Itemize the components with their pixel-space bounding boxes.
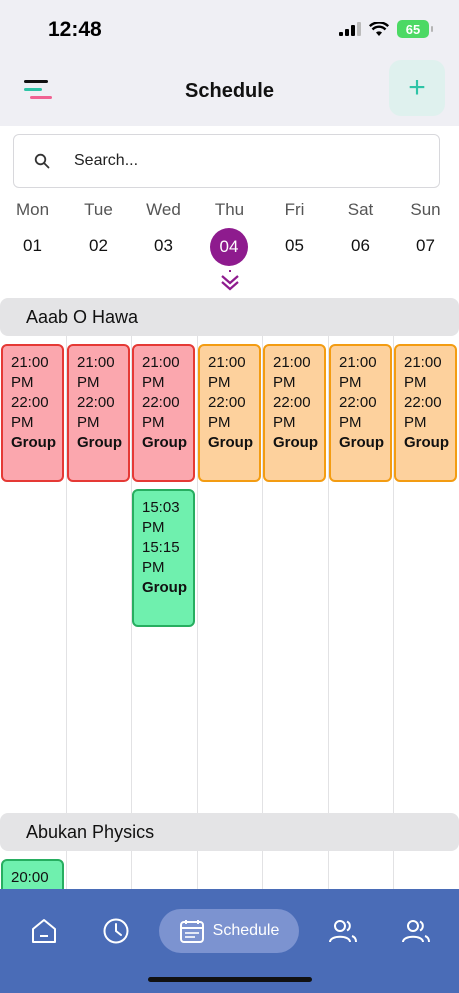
event-start-ampm: PM [273,374,296,391]
tab-history[interactable] [94,909,138,953]
event-end-ampm: PM [77,414,100,431]
calendar-icon [179,920,204,943]
event-card[interactable]: 21:00 PM 22:00 PM Group [198,344,261,482]
day-number-0[interactable]: 01 [0,236,65,256]
day-number-4[interactable]: 05 [262,236,327,256]
day-name-2: Wed [146,200,181,219]
event-card[interactable]: 21:00 PM 22:00 PM Group [132,344,195,482]
event-start: 21:00 [208,354,246,371]
event-start: 21:00 [404,354,442,371]
event-start-ampm: PM [142,374,165,391]
event-start: 21:00 [339,354,377,371]
event-start: 15:03 [142,499,180,516]
event-start-ampm: PM [11,374,34,391]
home-indicator [148,977,312,982]
grid-line [131,851,132,889]
event-type: Group [404,434,449,451]
header: Schedule + [0,60,459,126]
day-name-3: Thu [214,200,245,219]
home-icon [32,919,56,943]
event-end: 22:00 [404,394,442,411]
grid-line [197,851,198,889]
event-end: 22:00 [208,394,246,411]
event-end-ampm: PM [142,559,165,576]
event-type: Group [339,434,384,451]
grid-line [393,851,394,889]
event-start: 21:00 [11,354,49,371]
event-end-ampm: PM [339,414,362,431]
event-start-ampm: PM [208,374,231,391]
event-card[interactable]: 21:00 PM 22:00 PM Group [263,344,326,482]
day-number-5[interactable]: 06 [328,236,393,256]
clock-icon [103,918,129,944]
tab-home[interactable] [22,909,66,953]
event-type: Group [77,434,122,451]
event-end-ampm: PM [404,414,427,431]
day-name-1: Tue [84,200,113,219]
event-end-ampm: PM [142,414,165,431]
event-end: 22:00 [273,394,311,411]
event-type: Group [208,434,253,451]
add-button[interactable]: + [389,60,445,116]
tab-students[interactable] [321,909,365,953]
event-card[interactable]: 21:00 PM 22:00 PM Group [67,344,130,482]
chevron-down-icon [221,270,239,291]
wifi-icon [369,21,389,36]
users-icon [402,920,430,943]
event-end: 15:15 [142,539,180,556]
event-type: Group [142,434,187,451]
battery-icon: 65 [397,20,433,38]
group-header: Abukan Physics [0,813,459,851]
event-end: 22:00 [11,394,49,411]
day-name-6: Sun [410,200,441,219]
event-start: 20:00 [11,869,49,886]
event-card[interactable]: 21:00 PM 22:00 PM Group [329,344,392,482]
status-icons: 65 [339,20,433,38]
event-start: 21:00 [273,354,311,371]
search-icon [34,153,50,169]
tab-schedule-label: Schedule [212,922,280,939]
event-start-ampm: PM [404,374,427,391]
event-type: Group [273,434,318,451]
day-number-1[interactable]: 02 [66,236,131,256]
status-time: 12:48 [48,18,102,41]
event-start-ampm: PM [142,519,165,536]
users-icon [329,920,357,943]
event-end-ampm: PM [11,414,34,431]
day-number-selected[interactable]: 04 [210,228,248,266]
event-end: 22:00 [142,394,180,411]
event-start-ampm: PM [77,374,100,391]
event-card[interactable]: 15:03 PM 15:15 PM Group [132,489,195,627]
status-bar: 12:48 65 [0,0,459,60]
event-type: Group [11,434,56,451]
event-start-ampm: PM [339,374,362,391]
group-header: Aaab O Hawa [0,298,459,336]
event-type: Group [142,579,187,596]
day-name-4: Fri [284,200,305,219]
event-end: 22:00 [339,394,377,411]
grid-line [262,851,263,889]
day-number-2[interactable]: 03 [131,236,196,256]
event-end-ampm: PM [208,414,231,431]
tab-schedule[interactable]: Schedule [159,909,299,953]
event-card[interactable]: 21:00 PM 22:00 PM Group [1,344,64,482]
tab-groups[interactable] [394,909,438,953]
day-number-6[interactable]: 07 [393,236,458,256]
signal-icon [339,22,361,36]
search-input[interactable] [74,135,424,187]
event-end: 22:00 [77,394,115,411]
grid-line [328,851,329,889]
event-start: 21:00 [77,354,115,371]
event-end-ampm: PM [273,414,296,431]
event-card[interactable]: 21:00 PM 22:00 PM Group [394,344,457,482]
grid-line [66,851,67,889]
search-bar[interactable] [13,134,440,188]
day-name-0: Mon [15,200,50,219]
event-start: 21:00 [142,354,180,371]
day-name-5: Sat [347,200,374,219]
